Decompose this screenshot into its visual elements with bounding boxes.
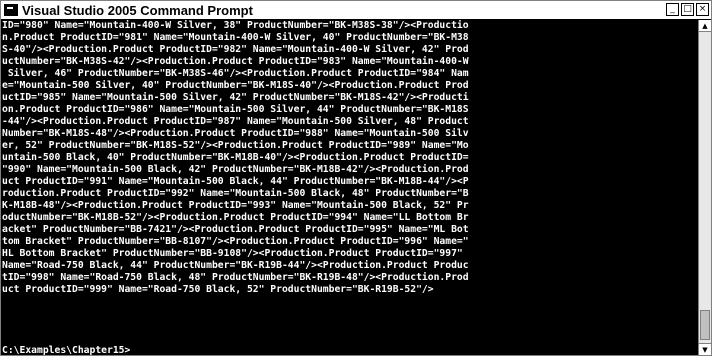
console-line: "990" Name="Mountain-500 Black, 42" Prod… bbox=[2, 164, 469, 175]
console-line: S-40"/><Production.Product ProductID="98… bbox=[2, 44, 469, 55]
console-line: e="Mountain-500 Silver, 40" ProductNumbe… bbox=[2, 80, 469, 91]
scrollbar-thumb[interactable] bbox=[700, 310, 710, 340]
console-line: on.Product ProductID="986" Name="Mountai… bbox=[2, 104, 469, 115]
console-line: er, 52" ProductNumber="BK-M18S-52"/><Pro… bbox=[2, 140, 469, 151]
command-prompt[interactable]: C:\Examples\Chapter15> bbox=[2, 345, 130, 355]
console-line: untain-500 Black, 40" ProductNumber="BK-… bbox=[2, 152, 469, 163]
console-line: uct ProductID="999" Name="Road-750 Black… bbox=[2, 284, 434, 295]
arrow-down-icon[interactable]: ▼ bbox=[699, 343, 711, 355]
console-line: Silver, 46" ProductNumber="BK-M38S-46"/>… bbox=[2, 68, 469, 79]
maximize-button[interactable]: □ bbox=[681, 3, 694, 16]
console-line: uct ProductID="991" Name="Mountain-500 B… bbox=[2, 176, 469, 187]
close-button[interactable]: × bbox=[696, 3, 709, 16]
console-line: -44"/><Production.Product ProductID="987… bbox=[2, 116, 469, 127]
command-prompt-window: Visual Studio 2005 Command Prompt _ □ × … bbox=[0, 0, 712, 356]
console-line: Number="BK-M18S-48"/><Production.Product… bbox=[2, 128, 469, 139]
console-line: uctNumber="BK-M38S-42"/><Production.Prod… bbox=[2, 56, 469, 67]
cmd-icon[interactable] bbox=[4, 4, 18, 16]
console-line: tID="998" Name="Road-750 Black, 48" Prod… bbox=[2, 272, 469, 283]
arrow-up-icon[interactable]: ▲ bbox=[699, 20, 711, 32]
console-line: Name="Road-750 Black, 44" ProductNumber=… bbox=[2, 260, 469, 271]
console-line: tom Bracket" ProductNumber="BB-8107"/><P… bbox=[2, 236, 469, 247]
console-line: HL Bottom Bracket" ProductNumber="BB-910… bbox=[2, 248, 463, 259]
console-line: ID="980" Name="Mountain-400-W Silver, 38… bbox=[2, 20, 469, 31]
console-line: oductNumber="BK-M18B-52"/><Production.Pr… bbox=[2, 212, 469, 223]
console-output[interactable]: ID="980" Name="Mountain-400-W Silver, 38… bbox=[1, 20, 698, 355]
console-line: K-M18B-48"/><Production.Product ProductI… bbox=[2, 200, 469, 211]
vertical-scrollbar[interactable]: ▲ ▼ bbox=[698, 20, 711, 355]
title-bar[interactable]: Visual Studio 2005 Command Prompt _ □ × bbox=[1, 1, 711, 20]
console-line: roduction.Product ProductID="992" Name="… bbox=[2, 188, 469, 199]
minimize-button[interactable]: _ bbox=[666, 3, 679, 16]
window-title: Visual Studio 2005 Command Prompt bbox=[22, 2, 253, 18]
console-line: n.Product ProductID="981" Name="Mountain… bbox=[2, 32, 469, 43]
console-line: uctID="985" Name="Mountain-500 Silver, 4… bbox=[2, 92, 469, 103]
window-controls: _ □ × bbox=[664, 3, 709, 16]
console-line: acket" ProductNumber="BB-7421"/><Product… bbox=[2, 224, 469, 235]
